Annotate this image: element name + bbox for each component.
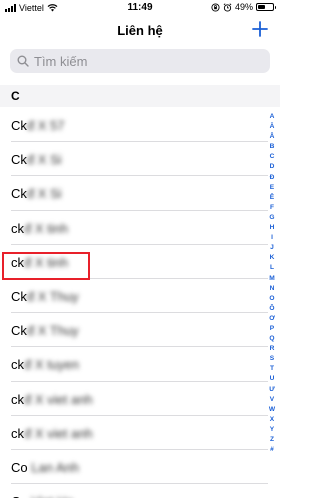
- contact-name-prefix: Ck: [11, 118, 27, 133]
- contact-row[interactable]: Ckđ X Si: [11, 176, 268, 211]
- contact-name: Ckđ X Thuy: [11, 289, 79, 304]
- index-letter[interactable]: G: [269, 213, 274, 223]
- contact-name-blurred: đ X tuyen: [24, 357, 79, 373]
- contact-row[interactable]: Co Lan Anh: [11, 450, 268, 485]
- contact-name-prefix: Ck: [11, 323, 27, 339]
- contact-name-blurred: đ X Thuy: [26, 288, 79, 304]
- plus-icon[interactable]: [250, 19, 270, 39]
- contact-name-blurred: đ X Si: [26, 186, 62, 202]
- alarm-icon: [223, 2, 232, 12]
- index-letter[interactable]: T: [270, 364, 274, 374]
- contact-name: Co Lan Anh: [11, 460, 79, 475]
- contact-name-blurred: Lan Anh: [27, 459, 79, 475]
- index-letter[interactable]: Z: [270, 435, 274, 445]
- page-title: Liên hệ: [117, 23, 163, 38]
- index-letter[interactable]: Ơ: [269, 314, 275, 324]
- index-letter[interactable]: Ê: [270, 193, 274, 203]
- index-letter[interactable]: Đ: [270, 173, 275, 183]
- contact-name-blurred: đ X tinh: [24, 220, 69, 236]
- index-letter[interactable]: U: [270, 374, 275, 384]
- contact-name: Co Viet Ha: [11, 494, 74, 498]
- index-letter[interactable]: X: [270, 415, 274, 425]
- contact-name-blurred: đ X Si: [26, 152, 62, 168]
- rotation-lock-icon: [211, 2, 220, 12]
- contact-row[interactable]: ckđ X tuyen: [11, 347, 268, 382]
- contact-name: ckđ X tinh: [11, 221, 68, 236]
- contact-name-blurred: đ X tinh: [24, 254, 69, 270]
- contact-row[interactable]: Ckđ X Thuy: [11, 279, 268, 314]
- index-letter[interactable]: J: [270, 243, 274, 253]
- contact-name-prefix: ck: [11, 357, 24, 373]
- index-letter[interactable]: V: [270, 395, 274, 405]
- contact-name: Ckđ X Thuy: [11, 323, 79, 338]
- index-letter[interactable]: I: [271, 233, 273, 243]
- index-letter[interactable]: H: [270, 223, 275, 233]
- status-right: 49%: [211, 2, 276, 12]
- index-letter[interactable]: Q: [269, 334, 274, 344]
- section-index[interactable]: A Ă Â B C D Đ E Ê F G H I J K L M N O Ô Ơ P Q R S T U Ư V W X Y Z #: [267, 112, 277, 455]
- contact-name-blurred: đ X viet anh: [24, 391, 93, 407]
- contact-row[interactable]: Ckđ X Thuy: [11, 313, 268, 348]
- status-bar: Viettel 11:49 49%: [0, 0, 280, 16]
- contact-name: ckđ X tinh: [11, 255, 68, 270]
- contact-row[interactable]: Ckđ X 57: [11, 108, 268, 143]
- index-letter[interactable]: C: [270, 152, 275, 162]
- navigation-bar: Liên hệ: [0, 16, 280, 46]
- index-letter[interactable]: L: [270, 263, 274, 273]
- search-icon: [17, 55, 29, 67]
- contact-row[interactable]: ckđ X viet anh: [11, 416, 268, 450]
- contact-row[interactable]: Ckđ X Si: [11, 142, 268, 177]
- contact-name: Ckđ X Si: [11, 152, 62, 167]
- contact-name-prefix: ck: [11, 391, 24, 407]
- index-letter[interactable]: #: [270, 445, 274, 455]
- index-letter[interactable]: A: [270, 112, 275, 122]
- search-bar[interactable]: [10, 49, 270, 73]
- contact-name: ckđ X tuyen: [11, 357, 79, 372]
- contact-name-blurred: đ X viet anh: [24, 425, 93, 441]
- contact-row[interactable]: ckđ X viet anh: [11, 382, 268, 416]
- index-letter[interactable]: B: [270, 142, 275, 152]
- index-letter[interactable]: Ư: [269, 385, 274, 395]
- contact-row[interactable]: ckđ X tinh: [11, 245, 268, 279]
- index-letter[interactable]: Ă: [270, 122, 275, 132]
- index-letter[interactable]: K: [270, 253, 275, 263]
- contact-name-prefix: Ck: [11, 152, 27, 168]
- contact-row[interactable]: ckđ X tinh: [11, 211, 268, 245]
- contact-list: Ckđ X 57 Ckđ X Si Ckđ X Si ckđ X tinh ckđ X …: [0, 108, 268, 498]
- index-letter[interactable]: S: [270, 354, 274, 364]
- index-letter[interactable]: Ô: [269, 304, 274, 314]
- contact-name-blurred: đ X Thuy: [26, 323, 79, 339]
- index-letter[interactable]: P: [270, 324, 274, 334]
- battery-percent: 49%: [234, 2, 253, 12]
- index-letter[interactable]: D: [270, 162, 275, 172]
- contact-name: ckđ X viet anh: [11, 392, 93, 407]
- contact-name-prefix: Ck: [11, 186, 27, 202]
- index-letter[interactable]: O: [269, 294, 274, 304]
- battery-fill: [258, 5, 265, 9]
- battery-icon: [256, 3, 276, 11]
- contact-name-blurred: Viet Ha: [28, 494, 73, 498]
- index-letter[interactable]: Y: [270, 425, 274, 435]
- index-letter[interactable]: F: [270, 203, 274, 213]
- contact-name: ckđ X viet anh: [11, 426, 93, 441]
- index-letter[interactable]: N: [270, 284, 275, 294]
- contact-name-prefix: Co: [11, 494, 28, 498]
- search-input[interactable]: [34, 53, 254, 69]
- index-letter[interactable]: M: [269, 274, 275, 284]
- contact-row[interactable]: Co Viet Ha: [11, 484, 268, 498]
- index-letter[interactable]: Â: [270, 132, 275, 142]
- index-letter[interactable]: R: [270, 344, 275, 354]
- contact-name-prefix: ck: [11, 425, 24, 441]
- contact-name-blurred: đ X 57: [26, 118, 65, 133]
- contact-name-prefix: ck: [11, 254, 24, 270]
- contact-name: Ckđ X 57: [11, 118, 64, 133]
- contact-name-prefix: ck: [11, 220, 24, 236]
- index-letter[interactable]: E: [270, 183, 274, 193]
- contact-name-prefix: Ck: [11, 288, 27, 304]
- contact-name-prefix: Co: [11, 459, 28, 475]
- contact-name: Ckđ X Si: [11, 186, 62, 201]
- index-letter[interactable]: W: [269, 405, 275, 415]
- section-header: C: [0, 85, 280, 107]
